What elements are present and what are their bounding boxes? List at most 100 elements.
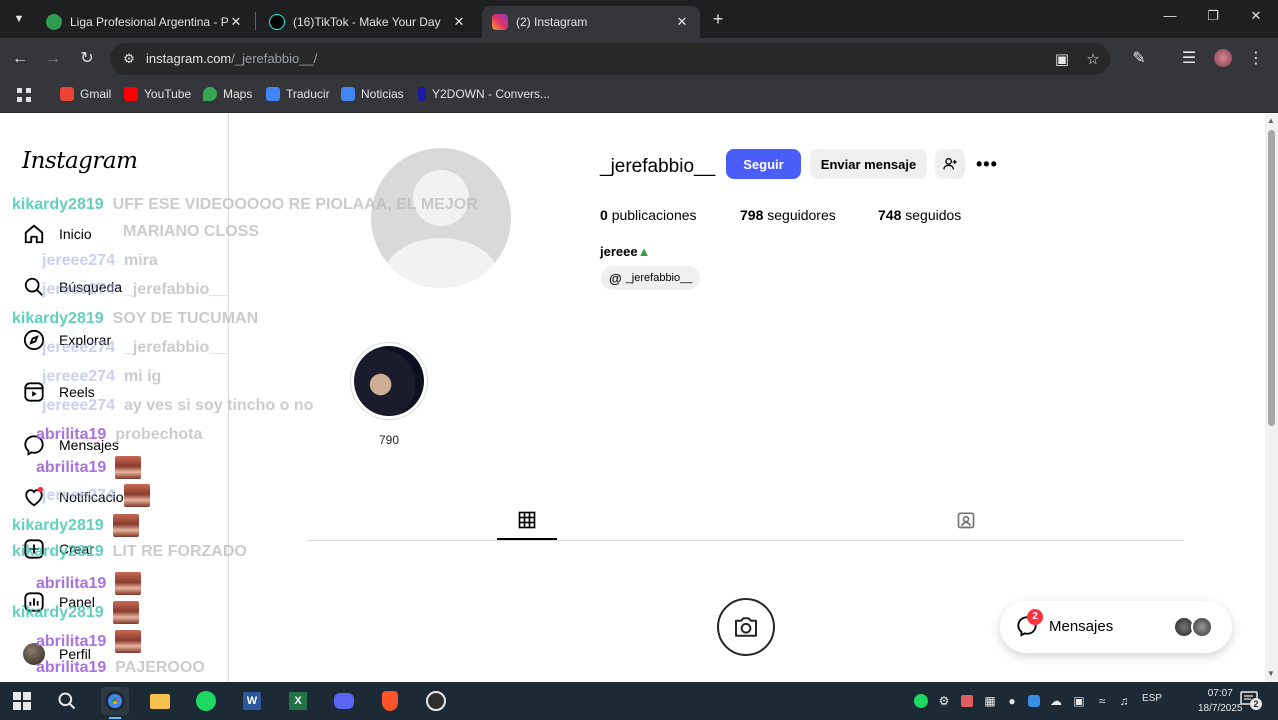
- extensions-icon[interactable]: ✎: [1129, 49, 1149, 69]
- bookmark-label: Gmail: [80, 87, 112, 101]
- liga-favicon-icon: [46, 14, 62, 30]
- chat-username: jereee274: [42, 368, 115, 385]
- follow-button[interactable]: Seguir: [726, 149, 801, 179]
- new-tab-button[interactable]: +: [707, 8, 729, 30]
- word-icon[interactable]: W: [238, 687, 266, 715]
- chrome-icon[interactable]: [101, 687, 129, 719]
- tab-separator: [255, 12, 256, 30]
- url-domain: instagram.com: [146, 51, 232, 66]
- app-tray-icon[interactable]: [959, 693, 975, 709]
- onedrive-icon[interactable]: ☁: [1048, 693, 1064, 709]
- discord-icon[interactable]: [330, 687, 358, 715]
- browser-menu-icon[interactable]: ⋮: [1246, 49, 1266, 69]
- address-bar[interactable]: ⚙ instagram.com/_jerefabbio__/ ▣ ☆: [110, 43, 1110, 75]
- emoji-icon: ▲: [637, 244, 651, 259]
- chat-text: UFF ESE VIDEOOOOO RE PIOLAAA, EL MEJOR: [112, 196, 478, 213]
- input-language[interactable]: ESP: [1142, 693, 1162, 704]
- notifications-icon[interactable]: 2: [1240, 691, 1262, 710]
- close-tab-icon[interactable]: ✕: [451, 14, 467, 30]
- chat-message: MARIANO CLOSS: [123, 223, 259, 241]
- apps-grid-icon[interactable]: [16, 87, 32, 103]
- profile-picture[interactable]: [371, 148, 511, 288]
- tab-title: (2) Instagram: [516, 15, 588, 29]
- url-path: /_jerefabbio__/: [231, 51, 318, 66]
- windows-start-icon[interactable]: [8, 687, 36, 715]
- instagram-logo[interactable]: Instagram: [22, 148, 138, 174]
- spotify-icon[interactable]: [192, 687, 220, 715]
- back-button[interactable]: ←: [10, 49, 30, 69]
- tab-search-button[interactable]: ▼: [8, 8, 30, 30]
- more-options-icon[interactable]: •••: [976, 154, 998, 175]
- chat-message: jereee274 ay ves si soy tincho o no: [42, 397, 313, 415]
- page-scrollbar[interactable]: ▲ ▼: [1265, 114, 1278, 682]
- chat-text: LIT RE FORZADO: [112, 543, 247, 560]
- volume-icon[interactable]: ♫: [1116, 693, 1132, 709]
- posts-grid-tab[interactable]: [515, 508, 539, 532]
- scrollbar-thumb[interactable]: [1268, 130, 1275, 426]
- url-text[interactable]: instagram.com/_jerefabbio__/: [146, 51, 317, 66]
- minimize-button[interactable]: —: [1159, 8, 1181, 23]
- steam-tray-icon[interactable]: ⚙: [936, 693, 952, 709]
- forward-button[interactable]: →: [43, 49, 63, 69]
- tab-tiktok[interactable]: (16)TikTok - Make Your Day ✕: [259, 6, 477, 38]
- defender-tray-icon[interactable]: [1026, 693, 1042, 709]
- browser-tab-strip: ▼ Liga Profesional Argentina - PO ✕ (16)…: [0, 0, 1278, 38]
- messages-label: Mensajes: [1049, 618, 1114, 635]
- spotify-tray-icon[interactable]: [913, 693, 929, 709]
- wifi-icon[interactable]: ≈: [1094, 693, 1110, 709]
- following-label: seguidos: [905, 207, 962, 223]
- chat-username: jereee274: [42, 397, 115, 414]
- site-info-icon[interactable]: ⚙: [120, 50, 138, 68]
- microphone-icon[interactable]: ●: [1004, 693, 1020, 709]
- brave-icon[interactable]: [376, 687, 404, 715]
- chat-text: MARIANO CLOSS: [123, 223, 259, 240]
- file-explorer-icon[interactable]: [146, 687, 174, 715]
- following-stat[interactable]: 748 seguidos: [878, 207, 961, 223]
- chat-text: mi ig: [123, 368, 162, 385]
- bookmark-label: YouTube: [144, 87, 192, 101]
- chat-username: abrilita19: [36, 458, 107, 476]
- suggested-users-button[interactable]: [935, 149, 965, 179]
- followers-stat[interactable]: 798 seguidores: [740, 207, 836, 223]
- scroll-down-arrow-icon[interactable]: ▼: [1267, 669, 1275, 678]
- tab-title: (16)TikTok - Make Your Day: [293, 15, 441, 29]
- tab-liga-profesional[interactable]: Liga Profesional Argentina - PO ✕: [36, 6, 254, 38]
- highlight-cover: [354, 346, 424, 416]
- chat-username: kikardy2819: [12, 196, 104, 213]
- bookmark-noticias[interactable]: Noticias: [341, 87, 404, 101]
- profile-avatar-icon[interactable]: [1213, 49, 1233, 69]
- chat-username: kikardy2819: [12, 603, 104, 621]
- bookmark-gmail[interactable]: Gmail: [60, 87, 111, 101]
- close-tab-icon[interactable]: ✕: [674, 14, 690, 30]
- home-icon: [22, 222, 46, 246]
- threads-badge[interactable]: @ _jerefabbio__: [601, 266, 701, 290]
- close-tab-icon[interactable]: ✕: [228, 14, 244, 30]
- obs-icon[interactable]: [422, 687, 450, 715]
- bookmark-youtube[interactable]: YouTube: [124, 87, 191, 101]
- clock-time: 07:07: [1207, 688, 1233, 699]
- bookmark-traducir[interactable]: Traducir: [266, 87, 330, 101]
- send-message-button[interactable]: Enviar mensaje: [810, 149, 927, 179]
- bookmark-y2down[interactable]: Y2DOWN - Convers...: [418, 87, 550, 101]
- messages-widget[interactable]: 2 Mensajes: [1000, 601, 1232, 653]
- install-app-icon[interactable]: ▣: [1052, 50, 1072, 68]
- reload-button[interactable]: ↻: [77, 49, 97, 69]
- device-tray-icon[interactable]: ▦: [982, 693, 998, 709]
- media-controls-icon[interactable]: ☰: [1179, 49, 1199, 69]
- bookmark-maps[interactable]: Maps: [203, 87, 252, 101]
- nav-item-inicio[interactable]: Inicio: [22, 221, 92, 247]
- tab-instagram[interactable]: (2) Instagram ✕: [482, 6, 700, 38]
- story-highlight[interactable]: [350, 342, 428, 420]
- restore-button[interactable]: ❐: [1202, 8, 1224, 24]
- bookmark-star-icon[interactable]: ☆: [1083, 50, 1103, 68]
- tagged-tab[interactable]: [954, 508, 978, 532]
- search-icon[interactable]: [53, 687, 81, 715]
- bookmark-label: Traducir: [286, 87, 330, 101]
- system-clock[interactable]: 07:07 18/7/2025: [1198, 686, 1243, 716]
- chat-emote-icon: [115, 456, 142, 479]
- network-tray-icon[interactable]: ▣: [1071, 693, 1087, 709]
- scroll-up-arrow-icon[interactable]: ▲: [1267, 116, 1275, 125]
- close-window-button[interactable]: ✕: [1245, 8, 1267, 24]
- excel-icon[interactable]: X: [284, 687, 312, 715]
- posts-label: publicaciones: [611, 207, 697, 223]
